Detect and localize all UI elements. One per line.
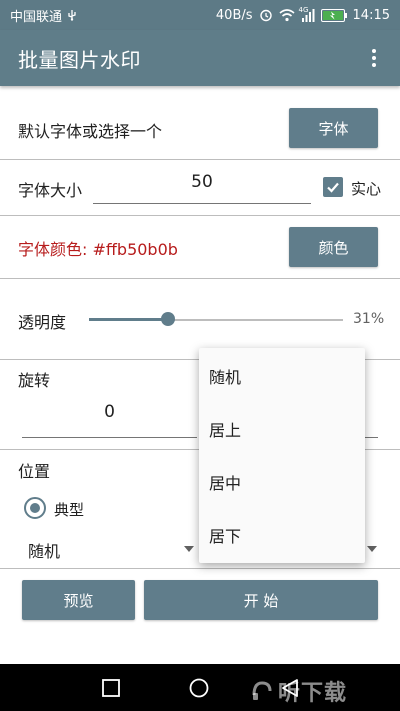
carrier-text: 中国联通 [10, 9, 63, 25]
position-label: 位置 [18, 462, 51, 481]
font-button[interactable]: 字体 [289, 108, 378, 148]
color-button[interactable]: 颜色 [289, 227, 378, 267]
site-watermark: 听下载 [250, 675, 347, 707]
rotation-label: 旋转 [18, 371, 51, 390]
overflow-menu-icon[interactable] [364, 46, 384, 70]
divider [0, 278, 400, 279]
rotation-input[interactable]: 0 [22, 402, 197, 438]
start-button[interactable]: 开 始 [144, 580, 378, 620]
slider-track [167, 319, 343, 321]
position-spinner-value: 随机 [28, 542, 61, 561]
recent-apps-icon[interactable] [102, 679, 120, 701]
solid-label: 实心 [351, 180, 382, 198]
usb-icon [66, 9, 78, 21]
typical-radio[interactable] [24, 497, 46, 519]
solid-checkbox[interactable] [323, 177, 343, 197]
alarm-icon [259, 8, 273, 22]
menu-item-center[interactable]: 居中 [199, 456, 365, 508]
slider-track-filled [89, 318, 168, 321]
font-size-label: 字体大小 [18, 181, 83, 200]
preview-button[interactable]: 预览 [22, 580, 135, 620]
menu-item-bottom[interactable]: 居下 [199, 509, 365, 561]
dropdown-arrow-icon [184, 546, 194, 552]
position-dropdown-menu: 随机 居上 居中 居下 [199, 348, 365, 563]
typical-radio-label: 典型 [54, 501, 85, 519]
menu-item-top[interactable]: 居上 [199, 403, 365, 455]
opacity-value: 31% [353, 311, 385, 327]
divider [0, 568, 400, 569]
divider [0, 159, 400, 160]
divider [0, 215, 400, 216]
font-select-label: 默认字体或选择一个 [18, 122, 163, 141]
home-icon[interactable] [189, 678, 209, 702]
network-type-text: 4G [298, 5, 309, 14]
app-title: 批量图片水印 [18, 47, 141, 72]
opacity-label: 透明度 [18, 313, 67, 332]
check-icon [327, 182, 339, 193]
position-spinner[interactable]: 随机 [28, 538, 196, 562]
net-speed-text: 40B/s [215, 7, 253, 23]
app-bar: 批量图片水印 [0, 30, 400, 86]
font-color-label: 字体颜色: #ffb50b0b [18, 240, 178, 259]
watermark-logo-icon [252, 681, 272, 700]
battery-icon [320, 8, 347, 22]
signal-icon: 4G [298, 5, 315, 22]
status-bar: 中国联通 40B/s 4G 14:15 [0, 0, 400, 30]
slider-thumb[interactable] [160, 312, 175, 326]
font-size-input[interactable]: 50 [93, 172, 311, 204]
menu-item-random[interactable]: 随机 [199, 350, 365, 402]
watermark-text: 听下载 [278, 681, 348, 706]
clock-text: 14:15 [352, 7, 390, 23]
dropdown-arrow-icon [367, 546, 377, 552]
wifi-icon [279, 8, 295, 22]
